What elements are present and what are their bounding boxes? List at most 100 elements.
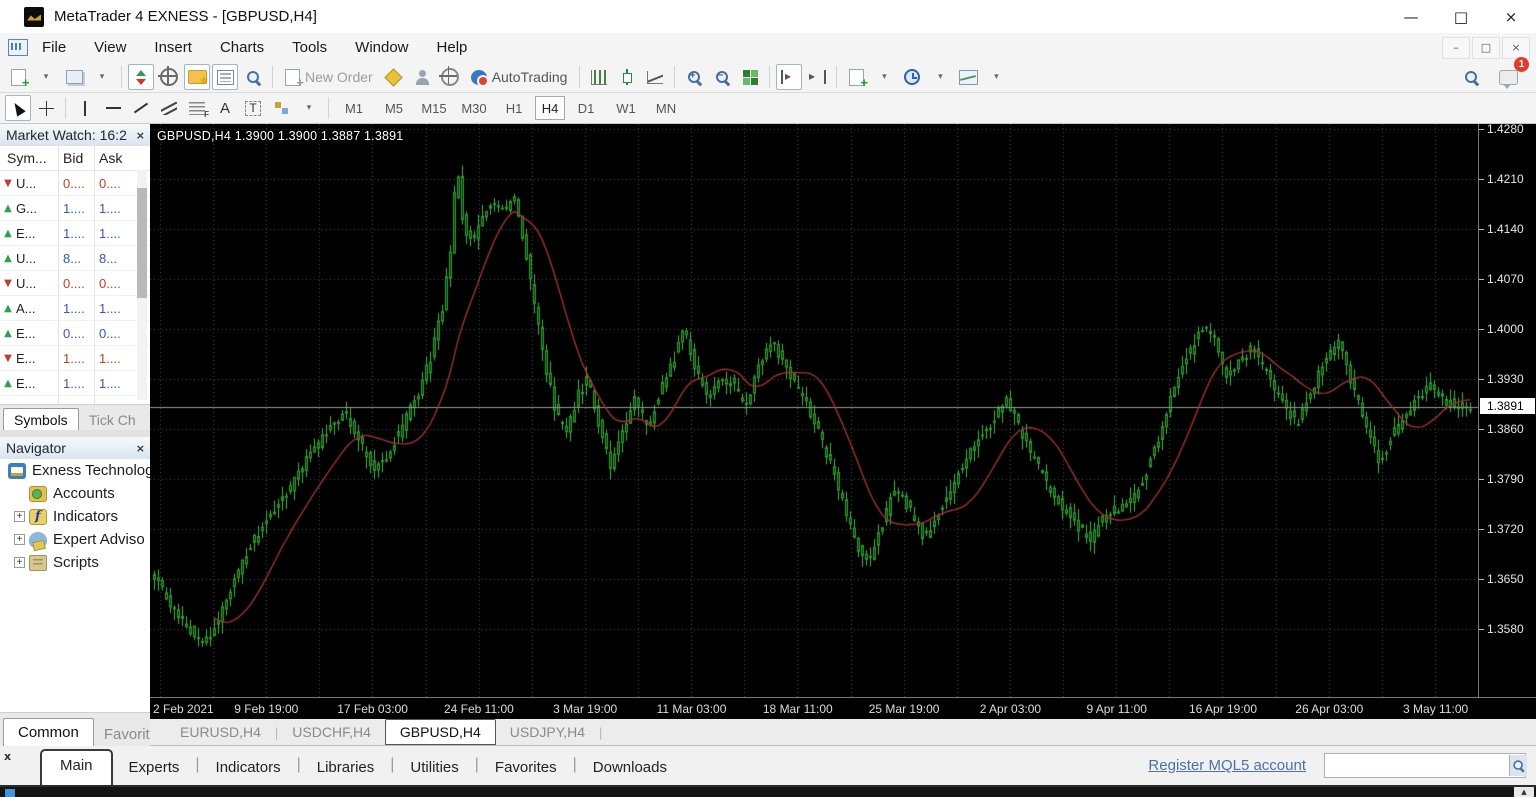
market-watch-row[interactable]: ▲ E... 1.... 1.... [0, 221, 150, 246]
terminal-button[interactable] [212, 64, 238, 90]
menu-view[interactable]: View [80, 34, 140, 61]
menu-charts[interactable]: Charts [206, 34, 278, 61]
terminal-tab-utilities[interactable]: Utilities [394, 751, 474, 785]
timeframe-m5[interactable]: M5 [375, 96, 413, 120]
cursor-tool-button[interactable] [5, 95, 31, 121]
tree-item-scripts[interactable]: + Scripts [0, 551, 150, 574]
terminal-tab-downloads[interactable]: Downloads [577, 751, 683, 785]
terminal-search-button[interactable] [1509, 755, 1527, 776]
market-watch-button[interactable] [128, 64, 154, 90]
candlestick-chart-button[interactable] [614, 64, 640, 90]
zoom-out-button[interactable]: − [709, 64, 735, 90]
fibonacci-button[interactable]: F [184, 95, 210, 121]
periods-button[interactable] [899, 64, 925, 90]
scrollbar-thumb[interactable] [137, 188, 147, 298]
terminal-search-input[interactable] [1325, 756, 1509, 775]
market-watch-row[interactable]: ▼ U... 0.... 0.... [0, 271, 150, 296]
time-axis[interactable]: 2 Feb 2021 9 Feb 19:00 17 Feb 03:00 24 Feb … [150, 697, 1536, 719]
trendline-button[interactable] [128, 95, 154, 121]
menu-insert[interactable]: Insert [140, 34, 206, 61]
autotrading-button[interactable]: AutoTrading [465, 64, 574, 90]
profiles-dropdown[interactable]: ▾ [89, 64, 115, 90]
terminal-tab-libraries[interactable]: Libraries [301, 751, 391, 785]
child-minimize-button[interactable]: – [1442, 36, 1470, 59]
templates-dropdown[interactable]: ▾ [983, 64, 1009, 90]
chart-canvas[interactable] [150, 124, 1478, 697]
market-watch-row[interactable]: ▲ E... 1.... 1.... [0, 371, 150, 396]
expand-plus-icon[interactable]: + [14, 534, 25, 545]
tile-windows-button[interactable] [737, 64, 763, 90]
indicators-dropdown[interactable]: ▾ [871, 64, 897, 90]
market-watch-column-headers[interactable]: Sym... Bid Ask [0, 146, 150, 171]
tab-common[interactable]: Common [3, 718, 94, 746]
market-watch-row[interactable]: ▼ E... 1.... 1.... [0, 346, 150, 371]
expand-plus-icon[interactable]: + [14, 511, 25, 522]
templates-button[interactable] [955, 64, 981, 90]
window-minimize-button[interactable]: — [1386, 0, 1436, 33]
line-chart-button[interactable] [642, 64, 668, 90]
terminal-close-icon[interactable]: x [4, 750, 11, 763]
timeframe-w1[interactable]: W1 [607, 96, 645, 120]
chart-shift-button[interactable] [804, 64, 830, 90]
options-button[interactable] [437, 64, 463, 90]
panel-splitter[interactable] [0, 430, 150, 437]
crosshair-tool-button[interactable] [33, 95, 59, 121]
horizontal-line-button[interactable] [100, 95, 126, 121]
timeframe-m30[interactable]: M30 [455, 96, 493, 120]
chart-tab-usdchf[interactable]: USDCHF,H4 [278, 721, 385, 743]
scroll-up-button[interactable]: ▲ [1514, 787, 1534, 797]
vertical-line-button[interactable] [72, 95, 98, 121]
profiles-button[interactable] [61, 64, 87, 90]
zoom-in-button[interactable]: + [681, 64, 707, 90]
new-chart-button[interactable]: + [5, 64, 31, 90]
periods-dropdown[interactable]: ▾ [927, 64, 953, 90]
menu-window[interactable]: Window [341, 34, 422, 61]
menu-tools[interactable]: Tools [278, 34, 341, 61]
market-watch-row[interactable]: ▲ G... 1.... 1.... [0, 196, 150, 221]
register-mql5-link[interactable]: Register MQL5 account [1148, 757, 1306, 774]
timeframe-m1[interactable]: M1 [335, 96, 373, 120]
tree-item-accounts[interactable]: Accounts [0, 482, 150, 505]
new-chart-dropdown[interactable]: ▾ [33, 64, 59, 90]
timeframe-h4[interactable]: H4 [535, 96, 565, 120]
tree-item-account-server[interactable]: Exness Technolog [0, 459, 150, 482]
navigator-header[interactable]: Navigator × [0, 437, 150, 460]
timeframe-h1[interactable]: H1 [495, 96, 533, 120]
community-button[interactable] [409, 64, 435, 90]
child-close-button[interactable]: × [1502, 36, 1530, 59]
terminal-tab-favorites[interactable]: Favorites [479, 751, 573, 785]
market-watch-row[interactable]: ▲ U... 8... 8... [0, 246, 150, 271]
market-watch-header[interactable]: Market Watch: 16:2 × [0, 124, 150, 147]
market-watch-row[interactable]: ▲ A... 1.... 1.... [0, 296, 150, 321]
text-label-button[interactable]: T [240, 95, 266, 121]
expand-plus-icon[interactable]: + [14, 557, 25, 568]
data-window-button[interactable] [156, 64, 182, 90]
chart-tab-eurusd[interactable]: EURUSD,H4 [166, 721, 275, 743]
auto-scroll-button[interactable] [776, 64, 803, 90]
menu-help[interactable]: Help [423, 34, 482, 61]
tab-symbols[interactable]: Symbols [3, 408, 79, 431]
tree-item-expert-advisors[interactable]: + Expert Adviso [0, 528, 150, 551]
timeframe-d1[interactable]: D1 [567, 96, 605, 120]
arrows-button[interactable] [268, 95, 294, 121]
bar-chart-button[interactable] [586, 64, 612, 90]
window-maximize-button[interactable]: □ [1436, 0, 1486, 33]
menu-file[interactable]: File [28, 34, 80, 61]
text-tool-button[interactable]: A [212, 95, 238, 121]
chart-tab-gbpusd[interactable]: GBPUSD,H4 [384, 719, 496, 745]
market-watch-row[interactable]: ▼ U... 0.... 0.... [0, 171, 150, 196]
market-watch-row[interactable]: ▲ F 1.... 1.... [0, 396, 150, 405]
arrows-dropdown[interactable]: ▾ [296, 95, 322, 121]
navigator-button[interactable] [184, 64, 210, 90]
market-watch-row[interactable]: ▲ E... 0.... 0.... [0, 321, 150, 346]
navigator-close-icon[interactable]: × [136, 442, 145, 455]
new-order-button[interactable]: + New Order [279, 64, 379, 90]
indicators-list-button[interactable]: + [843, 64, 869, 90]
metaeditor-button[interactable] [381, 64, 407, 90]
terminal-tab-experts[interactable]: Experts [113, 751, 196, 785]
window-close-button[interactable]: × [1486, 0, 1536, 33]
chart-tab-usdjpy[interactable]: USDJPY,H4 [496, 721, 599, 743]
strategy-tester-button[interactable] [240, 64, 266, 90]
search-button[interactable] [1458, 64, 1484, 90]
equidistant-channel-button[interactable] [156, 95, 182, 121]
